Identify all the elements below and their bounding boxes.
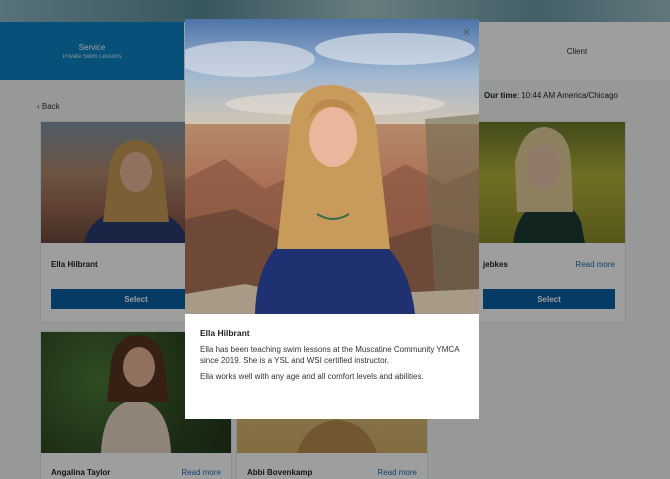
modal-instructor-name: Ella Hilbrant (200, 328, 250, 338)
instructor-bio-note: Ella works well with any age and all com… (200, 372, 424, 381)
booking-page: Service Private Swim Lessons Client ‹ Ba… (0, 0, 670, 479)
instructor-hero-photo (185, 19, 479, 314)
grand-canyon-portrait-icon (185, 19, 479, 314)
close-icon[interactable]: × (463, 25, 470, 39)
instructor-detail-modal: × Ella Hilbrant Ella has been teaching s… (185, 19, 479, 419)
instructor-bio: Ella has been teaching swim lessons at t… (200, 345, 460, 365)
